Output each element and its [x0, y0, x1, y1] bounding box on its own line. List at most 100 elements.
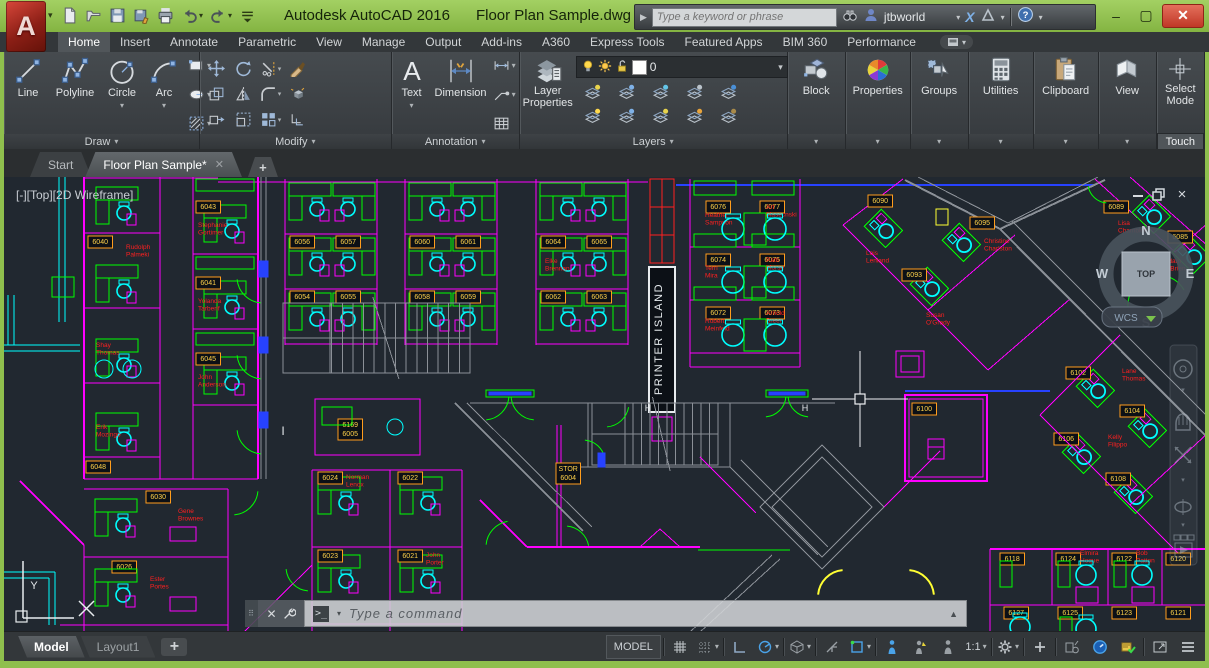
ortho-mode-icon[interactable]	[727, 636, 753, 658]
drawing-standards-icon[interactable]	[1115, 636, 1141, 658]
table-button[interactable]	[493, 114, 516, 132]
dimension-button[interactable]: Dimension	[431, 54, 489, 99]
object-snap-icon[interactable]: ▾	[847, 636, 873, 658]
command-recent-dropdown-icon[interactable]: ▾	[337, 609, 341, 618]
hardware-acceleration-icon[interactable]	[1087, 636, 1113, 658]
app-menu-button[interactable]: A	[6, 1, 46, 52]
layer-walk-button[interactable]	[582, 104, 604, 126]
infocenter-collapse-icon[interactable]: ▶	[640, 12, 647, 23]
snap-mode-icon[interactable]: ▾	[695, 636, 721, 658]
move-button[interactable]	[203, 56, 230, 81]
trim-button[interactable]: ▾	[257, 56, 284, 81]
status-customize-plus-icon[interactable]	[1027, 636, 1053, 658]
scale-button[interactable]	[230, 107, 257, 132]
ribbon-tab-view[interactable]: View	[306, 32, 352, 52]
ribbon-tab-home[interactable]: Home	[58, 32, 110, 52]
command-input[interactable]: Type a command	[349, 606, 462, 621]
command-line[interactable]: ⠿ ✕ >_ ▾ Type a command ▲	[245, 600, 967, 627]
panel-groups-expander[interactable]: ▾	[911, 134, 968, 149]
grid-display-icon[interactable]	[667, 636, 693, 658]
layer-on-icon[interactable]	[581, 59, 595, 76]
drawing-window-controls[interactable]: ×	[1133, 186, 1186, 203]
clipboard-button[interactable]: Clipboard	[1042, 54, 1089, 97]
leader-button[interactable]: ▾	[493, 85, 516, 103]
line-button[interactable]: Line	[7, 54, 49, 112]
redo-icon[interactable]: ▾	[207, 3, 235, 28]
panel-view-expander[interactable]: ▾	[1099, 134, 1156, 149]
minimize-button[interactable]: –	[1102, 5, 1130, 27]
arc-button[interactable]: Arc▾	[143, 54, 185, 112]
offset-button[interactable]	[284, 107, 311, 132]
layer-prev-button[interactable]	[650, 104, 672, 126]
polyline-button[interactable]: Polyline	[49, 54, 101, 112]
ribbon-tab-annotate[interactable]: Annotate	[160, 32, 228, 52]
layout-tab-model[interactable]: Model	[18, 636, 85, 658]
new-file-tab-button[interactable]: +	[248, 157, 278, 177]
file-tab-close-icon[interactable]: ✕	[215, 158, 224, 171]
ribbon-tab-output[interactable]: Output	[415, 32, 471, 52]
drawing-canvas[interactable]: 6040RudolphPalmeki6043StephanieGortimer6…	[4, 177, 1205, 632]
annotation-scale-value-button[interactable]: 1:1▾	[963, 636, 989, 658]
panel-annotation-title[interactable]: Annotation▾	[392, 134, 519, 149]
wcs-dropdown[interactable]: WCS	[1102, 307, 1162, 327]
layout-tab-layout1[interactable]: Layout1	[81, 636, 156, 658]
a360-icon[interactable]	[980, 7, 996, 28]
layer-freeze-button[interactable]	[650, 80, 672, 102]
ribbon-tab-bim-360[interactable]: BIM 360	[773, 32, 838, 52]
signin-dropdown-icon[interactable]: ▾	[956, 13, 960, 22]
qat-menu-icon[interactable]	[236, 3, 259, 28]
ribbon-tab-express-tools[interactable]: Express Tools	[580, 32, 674, 52]
file-tab-floor-plan-sample-[interactable]: Floor Plan Sample*✕	[85, 152, 242, 177]
layer-dropdown[interactable]: 0▾	[576, 56, 788, 78]
rotate-button[interactable]	[230, 56, 257, 81]
object-snap-tracking-icon[interactable]	[819, 636, 845, 658]
maximize-button[interactable]: ▢	[1132, 5, 1160, 27]
panel-block-expander[interactable]: ▾	[788, 134, 845, 149]
isometric-drafting-icon[interactable]: ▾	[787, 636, 813, 658]
close-button[interactable]: ✕	[1162, 4, 1204, 28]
model-space-toggle-button[interactable]: MODEL	[606, 635, 661, 659]
navigation-bar[interactable]: ▾▾▾	[1170, 345, 1197, 565]
app-menu-arrow-icon[interactable]: ▾	[48, 10, 53, 21]
mirror-button[interactable]	[230, 82, 257, 107]
quick-properties-icon[interactable]	[1059, 636, 1085, 658]
layer-thaw-icon[interactable]	[598, 59, 612, 76]
ribbon-tab-a360[interactable]: A360	[532, 32, 580, 52]
layer-delete-button[interactable]	[718, 104, 740, 126]
exchange-apps-icon[interactable]: X	[965, 9, 974, 25]
search-icon[interactable]	[842, 7, 858, 28]
command-prompt-icon[interactable]: >_	[313, 606, 329, 622]
annotation-autoscale-icon[interactable]	[907, 636, 933, 658]
layer-properties-button[interactable]: Layer Properties	[523, 54, 573, 109]
circle-button[interactable]: Circle▾	[101, 54, 143, 112]
new-icon[interactable]	[58, 3, 81, 28]
plot-icon[interactable]	[154, 3, 177, 28]
ribbon-tab-performance[interactable]: Performance	[837, 32, 926, 52]
command-history-icon[interactable]: ▲	[949, 609, 958, 619]
select-mode-button[interactable]: SelectMode	[1165, 54, 1196, 107]
array-button[interactable]: ▾	[257, 107, 284, 132]
layer-lock-button[interactable]	[684, 80, 706, 102]
open-icon[interactable]	[82, 3, 105, 28]
panel-clipboard-expander[interactable]: ▾	[1034, 134, 1098, 149]
copy-button[interactable]	[203, 82, 230, 107]
layer-isolate-button[interactable]	[582, 80, 604, 102]
customization-menu-icon[interactable]	[1175, 636, 1201, 658]
new-layout-button[interactable]: +	[161, 638, 187, 656]
utilities-button[interactable]: Utilities	[983, 54, 1018, 97]
properties-button[interactable]: Properties	[853, 54, 903, 97]
groups-button[interactable]: Groups	[921, 54, 957, 97]
viewport-controls-label[interactable]: [-][Top][2D Wireframe]	[16, 188, 133, 202]
search-input[interactable]	[652, 8, 837, 27]
layer-unlock-icon[interactable]	[615, 59, 629, 76]
ribbon-tab-parametric[interactable]: Parametric	[228, 32, 306, 52]
erase-button[interactable]	[284, 56, 311, 81]
layer-dropdown-arrow-icon[interactable]: ▾	[778, 62, 783, 73]
stretch-button[interactable]	[203, 107, 230, 132]
layer-match-button[interactable]	[616, 104, 638, 126]
file-tab-start[interactable]: Start	[30, 152, 91, 177]
save-icon[interactable]	[106, 3, 129, 28]
layer-color-swatch[interactable]	[632, 60, 647, 75]
panel-draw-title[interactable]: Draw▾	[4, 134, 199, 149]
annotation-visibility-icon[interactable]	[879, 636, 905, 658]
